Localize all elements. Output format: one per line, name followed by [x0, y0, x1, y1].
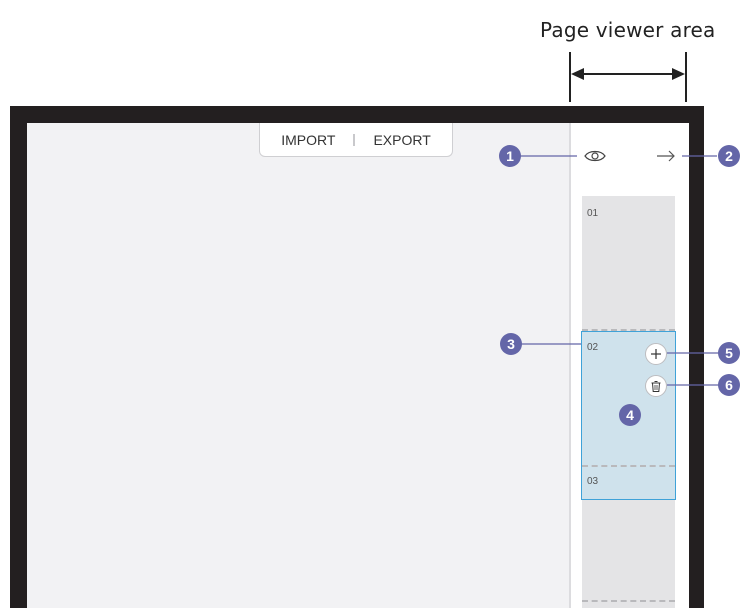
- callout-badge-2: 2: [718, 145, 740, 167]
- callout-badge-4: 4: [619, 404, 641, 426]
- callout-badge-6: 6: [718, 374, 740, 396]
- callout-leader-lines: [520, 155, 719, 386]
- callout-badge-1: 1: [499, 145, 521, 167]
- callout-badge-5: 5: [718, 342, 740, 364]
- callout-badge-3: 3: [500, 333, 522, 355]
